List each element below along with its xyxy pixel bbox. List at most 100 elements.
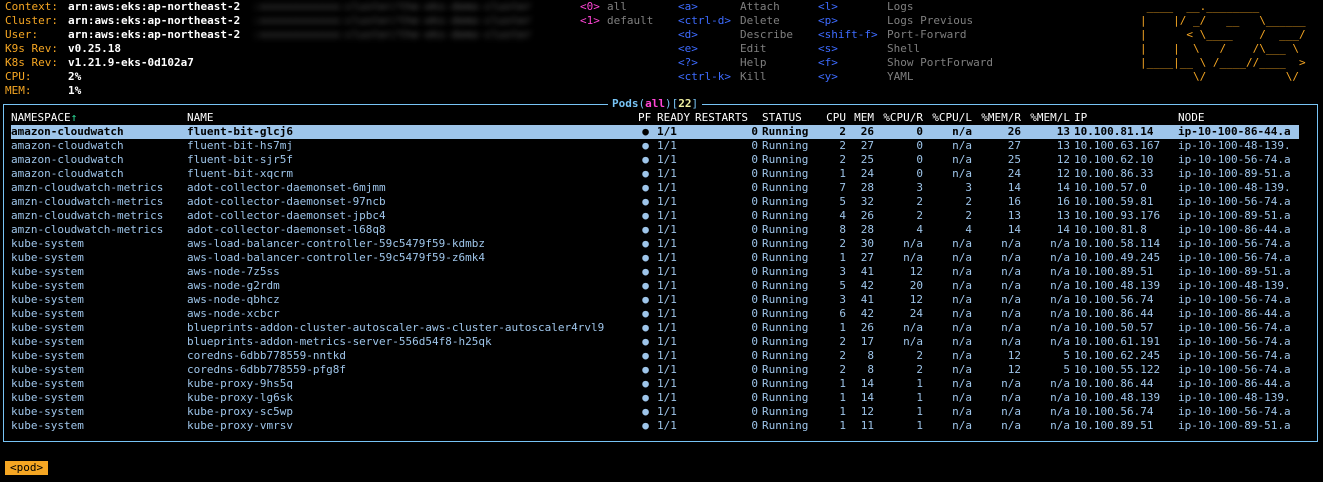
hotkey-key[interactable]: <d> xyxy=(678,28,698,42)
cell-namespace: kube-system xyxy=(11,321,84,334)
cell-cpu-r: 3 xyxy=(916,181,923,194)
table-row[interactable]: kube-system kube-proxy-sc5wp ● 1/1 0 Running 1… xyxy=(11,405,1299,419)
hotkey-key[interactable]: <l> xyxy=(818,0,838,14)
cell-node: ip-10-100-48-139. xyxy=(1178,139,1291,152)
table-row[interactable]: kube-system coredns-6dbb778559-nntkd ● 1/1 0… xyxy=(11,349,1299,363)
cell-namespace: kube-system xyxy=(11,251,84,264)
hotkey-edit[interactable]: Edit xyxy=(740,42,767,56)
hotkey-key[interactable]: <s> xyxy=(818,42,838,56)
hotkey-key[interactable]: <f> xyxy=(818,56,838,70)
cell-mem-r: n/a xyxy=(1001,293,1021,306)
column-header-namespace[interactable]: NAMESPACE↑ xyxy=(11,111,187,125)
table-row[interactable]: amazon-cloudwatch fluent-bit-hs7mj ● 1/1 0 Ru… xyxy=(11,139,1299,153)
table-row[interactable]: kube-system aws-load-balancer-controller-… xyxy=(11,251,1299,265)
column-header-name[interactable]: NAME xyxy=(187,111,638,125)
table-row[interactable]: amzn-cloudwatch-metrics adot-collector-da… xyxy=(11,223,1299,237)
cell-mem-l: 16 xyxy=(1056,195,1070,208)
cell-status: Running xyxy=(762,265,809,278)
column-header-ip[interactable]: IP xyxy=(1070,111,1178,125)
cell-ip: 10.100.62.10 xyxy=(1074,153,1154,166)
hotkey-logs-previous[interactable]: Logs Previous xyxy=(887,14,973,28)
column-header-mem[interactable]: MEM xyxy=(846,111,874,125)
hotkey-kill[interactable]: Kill xyxy=(740,70,767,84)
hotkey-key[interactable]: <a> xyxy=(678,0,698,14)
hotkey-key[interactable]: <e> xyxy=(678,42,698,56)
cell-status: Running xyxy=(762,153,809,166)
table-row[interactable]: kube-system aws-node-7z5ss ● 1/1 0 Running 3 41… xyxy=(11,265,1299,279)
namespace-name[interactable]: all xyxy=(607,0,627,14)
cell-ready: 1/1 xyxy=(653,125,695,139)
column-header-cpu[interactable]: CPU xyxy=(818,111,846,125)
hotkey-key[interactable]: <y> xyxy=(818,70,838,84)
namespace-key[interactable]: <1> xyxy=(580,14,600,28)
table-row[interactable]: kube-system kube-proxy-vmrsv ● 1/1 0 Running 1… xyxy=(11,419,1299,433)
cell-cpu-l: n/a xyxy=(952,307,972,320)
hotkey-key[interactable]: <ctrl-d> xyxy=(678,14,731,28)
table-row[interactable]: kube-system kube-proxy-9hs5q ● 1/1 0 Running 1… xyxy=(11,377,1299,391)
hotkey-describe[interactable]: Describe xyxy=(740,28,793,42)
cell-node: ip-10-100-56-74.a xyxy=(1178,349,1291,362)
cell-cpu-r: 12 xyxy=(909,293,923,306)
hotkey-logs[interactable]: Logs xyxy=(887,0,914,14)
hotkey-help[interactable]: Help xyxy=(740,56,767,70)
breadcrumb-pod[interactable]: <pod> xyxy=(5,461,49,475)
column-header-mem-l[interactable]: %MEM/L xyxy=(1021,111,1070,125)
table-row[interactable]: kube-system aws-node-xcbcr ● 1/1 0 Running 6 42… xyxy=(11,307,1299,321)
hotkey-attach[interactable]: Attach xyxy=(740,0,780,14)
cell-cpu-l: n/a xyxy=(952,335,972,348)
cell-mem-l: n/a xyxy=(1050,293,1070,306)
namespace-name[interactable]: default xyxy=(607,14,653,28)
cell-restarts: 0 xyxy=(751,419,758,432)
table-row[interactable]: amazon-cloudwatch fluent-bit-glcj6 ● 1/1 0 Ru… xyxy=(11,125,1299,139)
cell-cpu-r: 0 xyxy=(916,153,923,166)
cell-namespace: amzn-cloudwatch-metrics xyxy=(11,209,164,222)
table-row[interactable]: amzn-cloudwatch-metrics adot-collector-da… xyxy=(11,195,1299,209)
column-header-restarts[interactable]: RESTARTS xyxy=(695,111,758,125)
cell-mem: 27 xyxy=(860,139,874,152)
cell-mem-r: 12 xyxy=(1007,363,1021,376)
column-header-cpu-r[interactable]: %CPU/R xyxy=(874,111,923,125)
table-row[interactable]: kube-system blueprints-addon-metrics-serv… xyxy=(11,335,1299,349)
table-row[interactable]: kube-system kube-proxy-lg6sk ● 1/1 0 Running 1… xyxy=(11,391,1299,405)
cell-ready: 1/1 xyxy=(657,349,677,362)
cell-pf: ● xyxy=(642,279,649,292)
hotkey-port-forward[interactable]: Port-Forward xyxy=(887,28,966,42)
context-redacted: :xxxxxxxxxxxx:cluster/the-eks-demo-clust… xyxy=(253,0,532,13)
cpu-label: CPU: xyxy=(5,70,32,83)
hotkey-key[interactable]: <ctrl-k> xyxy=(678,70,731,84)
column-header-status[interactable]: STATUS xyxy=(758,111,818,125)
table-row[interactable]: kube-system coredns-6dbb778559-pfg8f ● 1/1 0… xyxy=(11,363,1299,377)
table-row[interactable]: kube-system aws-node-g2rdm ● 1/1 0 Running 5 42… xyxy=(11,279,1299,293)
table-row[interactable]: kube-system blueprints-addon-cluster-auto… xyxy=(11,321,1299,335)
column-header-cpu-l[interactable]: %CPU/L xyxy=(923,111,972,125)
cell-mem-r: n/a xyxy=(1001,265,1021,278)
hotkey-show-portforward[interactable]: Show PortForward xyxy=(887,56,993,70)
table-row[interactable]: kube-system aws-load-balancer-controller-… xyxy=(11,237,1299,251)
cell-cpu-l: n/a xyxy=(952,279,972,292)
cell-cpu: 2 xyxy=(839,153,846,166)
cell-mem-r: 26 xyxy=(972,125,1021,139)
table-row[interactable]: amazon-cloudwatch fluent-bit-sjr5f ● 1/1 0 Ru… xyxy=(11,153,1299,167)
table-row[interactable]: kube-system aws-node-qbhcz ● 1/1 0 Running 3 41… xyxy=(11,293,1299,307)
cell-node: ip-10-100-48-139. xyxy=(1178,279,1291,292)
hotkey-key[interactable]: <shift-f> xyxy=(818,28,878,42)
column-header-node[interactable]: NODE xyxy=(1178,111,1299,125)
hotkey-shell[interactable]: Shell xyxy=(887,42,920,56)
namespace-key[interactable]: <0> xyxy=(580,0,600,14)
hotkey-key[interactable]: <?> xyxy=(678,56,698,70)
column-header-mem-r[interactable]: %MEM/R xyxy=(972,111,1021,125)
cell-cpu: 2 xyxy=(839,237,846,250)
pods-table: NAMESPACE↑ NAME PF READY RESTARTS STATUS… xyxy=(11,111,1299,433)
table-row[interactable]: amzn-cloudwatch-metrics adot-collector-da… xyxy=(11,209,1299,223)
column-header-pf[interactable]: PF xyxy=(638,111,653,125)
cell-cpu-r: 2 xyxy=(916,209,923,222)
cell-status: Running xyxy=(762,307,809,320)
hotkey-yaml[interactable]: YAML xyxy=(887,70,914,84)
column-header-ready[interactable]: READY xyxy=(653,111,695,125)
cell-cpu: 4 xyxy=(839,209,846,222)
hotkey-key[interactable]: <p> xyxy=(818,14,838,28)
table-row[interactable]: amazon-cloudwatch fluent-bit-xqcrm ● 1/1 0 Ru… xyxy=(11,167,1299,181)
cell-name: fluent-bit-xqcrm xyxy=(187,167,293,180)
table-row[interactable]: amzn-cloudwatch-metrics adot-collector-da… xyxy=(11,181,1299,195)
hotkey-delete[interactable]: Delete xyxy=(740,14,780,28)
